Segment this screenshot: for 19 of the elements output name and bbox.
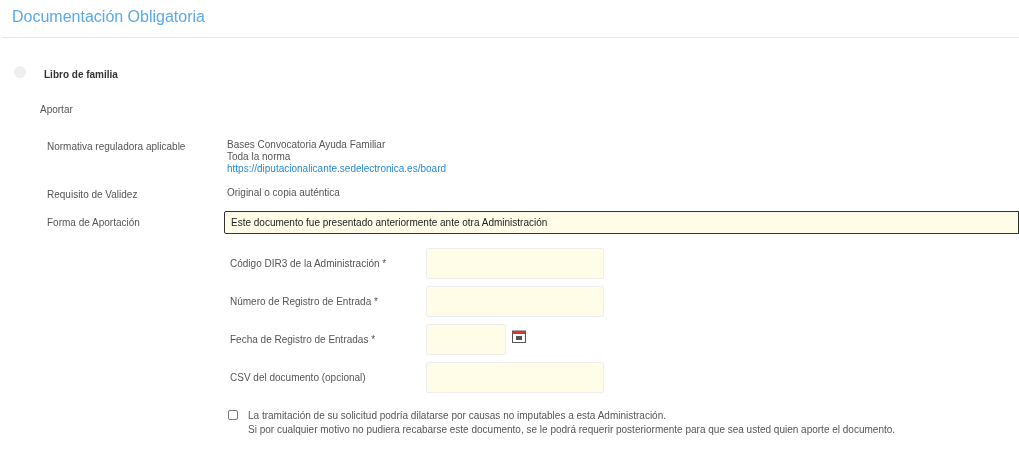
contribution-select[interactable]: Este documento fue presentado anteriormente ante otra Administración (224, 211, 1019, 234)
field-value: Toda la norma (227, 151, 291, 163)
field-value: Original o copia auténtica (227, 187, 340, 199)
calendar-icon[interactable] (512, 330, 526, 343)
section-title: Documentación Obligatoria (12, 7, 206, 27)
field-value: Bases Convocatoria Ayuda Familiar (227, 139, 386, 151)
field-label: Forma de Aportación (47, 216, 141, 230)
field-label: Fecha de Registro de Entradas * (230, 333, 377, 347)
field-label: Requisito de Validez (47, 188, 139, 202)
regulation-link[interactable]: https://diputacionalicante.sedelectronica.es/board (227, 163, 447, 175)
field-label: Código DIR3 de la Administración * (230, 257, 388, 271)
field-label: Número de Registro de Entrada * (230, 295, 379, 309)
notice-text: Si por cualquier motivo no pudiera recabarse este documento, se le podrá requerir posteriormente para que sea usted quien aporte el documento. (248, 423, 897, 437)
section-label: Aportar (40, 103, 73, 117)
checkbox[interactable] (228, 410, 238, 420)
field-label: Normativa reguladora aplicable (47, 140, 187, 154)
notice-text: La tramitación de su solicitud podría dilatarse por causas no imputables a esta Administración. (248, 409, 667, 423)
document-name: Libro de familia (44, 68, 118, 82)
field-label: CSV del documento (opcional) (230, 371, 367, 385)
